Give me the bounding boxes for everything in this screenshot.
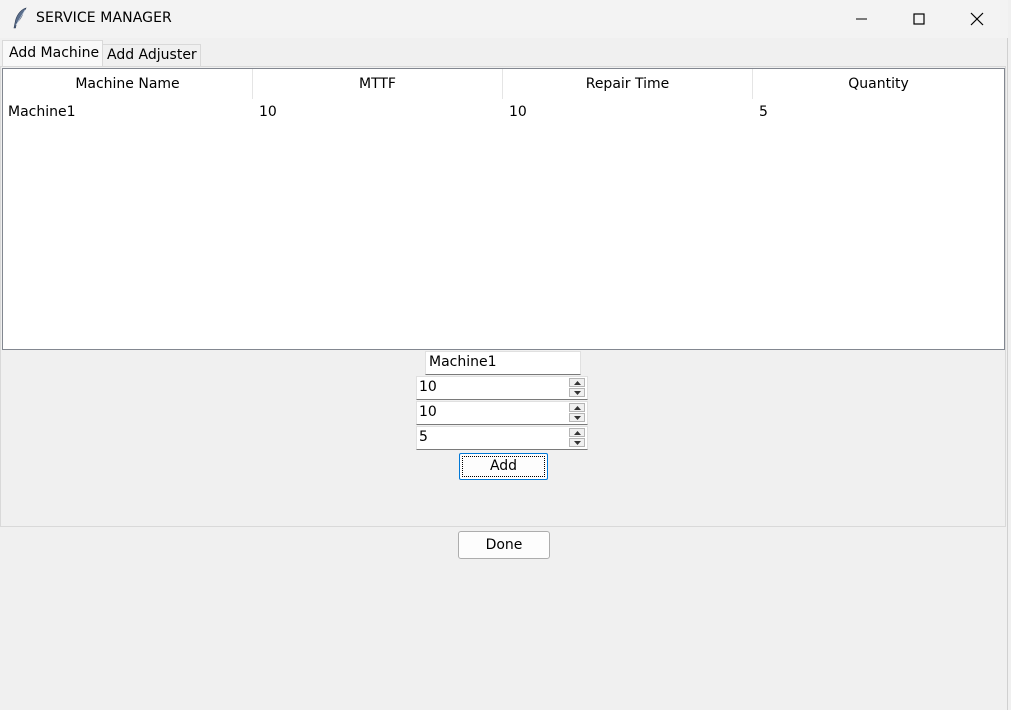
cell-repair-time: 10 [509, 104, 527, 120]
minimize-icon [856, 18, 867, 20]
quantity-spinbox[interactable]: 5 [416, 426, 588, 450]
table-row[interactable]: Machine1 10 10 5 [3, 100, 1004, 124]
table-header: Machine Name MTTF Repair Time Quantity [3, 69, 1004, 99]
column-header-machine-name[interactable]: Machine Name [3, 69, 253, 99]
title-bar[interactable]: SERVICE MANAGER [0, 0, 1008, 38]
tab-panel-add-machine: Machine Name MTTF Repair Time Quantity M… [0, 66, 1006, 527]
minimize-button[interactable] [832, 0, 890, 38]
cell-quantity: 5 [759, 104, 768, 120]
cell-machine-name: Machine1 [8, 104, 76, 120]
repair-time-spinbox[interactable]: 10 [416, 401, 588, 425]
tab-add-adjuster[interactable]: Add Adjuster [102, 44, 201, 68]
cell-mttf: 10 [259, 104, 277, 120]
machine-table[interactable]: Machine Name MTTF Repair Time Quantity M… [2, 68, 1005, 350]
feather-icon [12, 7, 28, 29]
maximize-icon [913, 13, 925, 25]
close-icon [970, 12, 984, 26]
add-button-label: Add [489, 458, 518, 474]
arrow-up-icon [574, 381, 581, 385]
mttf-value: 10 [419, 379, 437, 395]
mttf-decrement-button[interactable] [569, 388, 585, 397]
repair-time-value: 10 [419, 404, 437, 420]
maximize-button[interactable] [890, 0, 948, 38]
quantity-decrement-button[interactable] [569, 438, 585, 447]
done-button-label: Done [485, 537, 523, 553]
quantity-increment-button[interactable] [569, 428, 585, 437]
arrow-down-icon [574, 416, 581, 420]
done-button[interactable]: Done [458, 531, 550, 559]
arrow-down-icon [574, 441, 581, 445]
arrow-up-icon [574, 431, 581, 435]
close-button[interactable] [948, 0, 1006, 38]
mttf-spinbox[interactable]: 10 [416, 376, 588, 400]
column-header-repair-time[interactable]: Repair Time [503, 69, 753, 99]
mttf-increment-button[interactable] [569, 378, 585, 387]
window-title: SERVICE MANAGER [36, 10, 172, 26]
tab-add-machine[interactable]: Add Machine [2, 40, 104, 68]
add-button[interactable]: Add [459, 453, 548, 480]
column-header-mttf[interactable]: MTTF [253, 69, 503, 99]
repair-time-increment-button[interactable] [569, 403, 585, 412]
column-header-quantity[interactable]: Quantity [753, 69, 1004, 99]
repair-time-spin-arrows [569, 403, 585, 423]
repair-time-decrement-button[interactable] [569, 413, 585, 422]
quantity-spin-arrows [569, 428, 585, 448]
tab-bar: Add Machine Add Adjuster [0, 38, 1008, 68]
arrow-down-icon [574, 391, 581, 395]
mttf-spin-arrows [569, 378, 585, 398]
machine-name-input[interactable]: Machine1 [425, 351, 581, 375]
app-window: SERVICE MANAGER Add Machine Add Adjuster… [0, 0, 1008, 710]
arrow-up-icon [574, 406, 581, 410]
quantity-value: 5 [419, 429, 428, 445]
